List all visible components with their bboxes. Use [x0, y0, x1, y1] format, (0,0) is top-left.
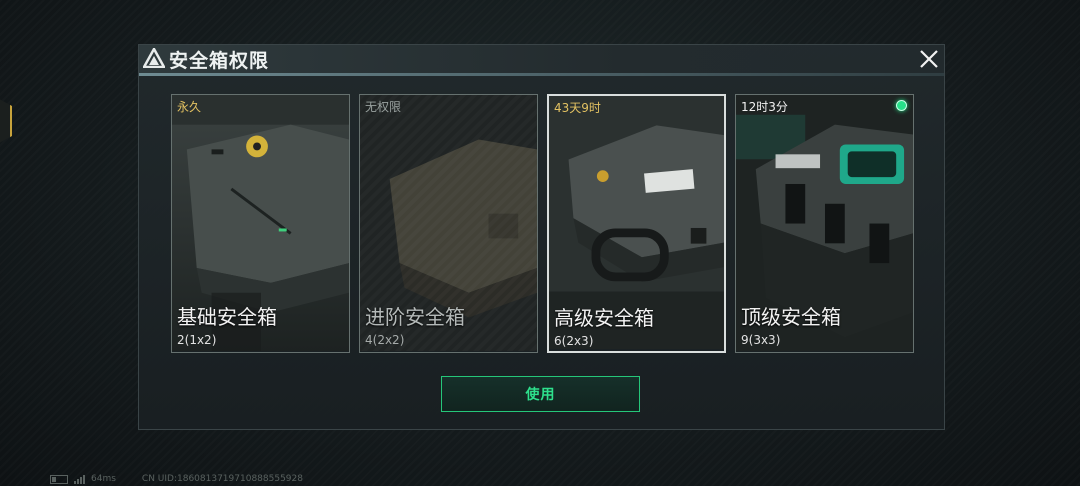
card-capacity: 9(3x3)	[741, 333, 781, 347]
triangle-logo-icon	[143, 48, 165, 68]
safe-box-card-basic[interactable]: 永久 基础安全箱 2(1x2)	[171, 94, 350, 353]
card-name: 基础安全箱	[177, 305, 277, 329]
safe-box-card-top[interactable]: 12时3分 顶级安全箱 9(3x3)	[735, 94, 914, 353]
card-timer: 永久	[177, 100, 202, 114]
status-footer: 64ms CN UID:1860813719710888555928	[50, 474, 303, 484]
card-name: 进阶安全箱	[365, 305, 465, 329]
dialog-title: 安全箱权限	[169, 50, 270, 72]
active-indicator-icon	[896, 100, 907, 111]
use-button[interactable]: 使用	[441, 376, 640, 412]
card-name: 顶级安全箱	[741, 305, 841, 329]
safe-box-card-high[interactable]: 43天9时 高级安全箱 6(2x3)	[547, 94, 726, 353]
use-button-label: 使用	[525, 387, 556, 403]
header-divider	[139, 73, 944, 76]
close-icon[interactable]	[917, 47, 941, 71]
signal-icon	[74, 474, 85, 484]
ping-text: 64ms	[91, 474, 116, 484]
card-timer: 43天9时	[554, 101, 601, 115]
card-timer: 无权限	[365, 100, 402, 114]
card-name: 高级安全箱	[554, 306, 654, 330]
safe-box-permission-dialog: 安全箱权限 永久 基础安全箱 2(1x2) 无权限 进阶安全箱 4(2x2) 4…	[138, 44, 945, 430]
card-capacity: 6(2x3)	[554, 334, 594, 348]
card-capacity: 2(1x2)	[177, 333, 217, 347]
battery-icon	[50, 474, 68, 484]
safe-box-card-advanced[interactable]: 无权限 进阶安全箱 4(2x2)	[359, 94, 538, 353]
card-capacity: 4(2x2)	[365, 333, 405, 347]
card-timer: 12时3分	[741, 100, 788, 114]
uid-text: CN UID:1860813719710888555928	[141, 474, 303, 484]
dialog-header: 安全箱权限	[139, 45, 944, 73]
